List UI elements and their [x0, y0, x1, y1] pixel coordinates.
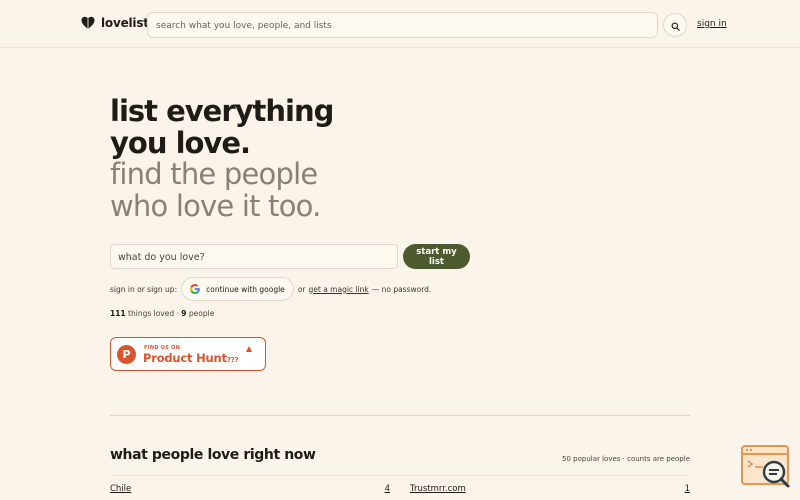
- product-hunt-icon: P: [117, 345, 136, 364]
- section-divider: [110, 415, 690, 416]
- list-item[interactable]: Trustmrr.com 1: [410, 484, 690, 496]
- product-hunt-badge[interactable]: P FIND US ON Product Hunt???: [110, 337, 266, 371]
- search-input[interactable]: [148, 14, 657, 38]
- heart-icon: [81, 16, 95, 30]
- people-label: people: [188, 309, 215, 318]
- top-bar: lovelisti sign in: [0, 0, 800, 48]
- hero-line-4: who love it too.: [110, 188, 321, 223]
- feedback-widget[interactable]: [741, 445, 791, 489]
- love-input[interactable]: [111, 246, 397, 269]
- browser-search-icon: [741, 445, 791, 493]
- section-meta: 50 popular loves · counts are people: [562, 455, 690, 463]
- love-item-count: 4: [384, 484, 390, 494]
- product-hunt-suffix: ???: [226, 356, 239, 364]
- auth-prefix: sign in or sign up:: [110, 284, 178, 294]
- product-hunt-title: Product Hunt???: [143, 351, 239, 365]
- magic-link[interactable]: get a magic link: [309, 285, 369, 294]
- section-title: what people love right now: [110, 447, 316, 463]
- love-item-name[interactable]: Chile: [110, 484, 131, 494]
- google-signin-label: continue with google: [206, 284, 285, 294]
- search-button[interactable]: [663, 13, 687, 37]
- sign-in-link[interactable]: sign in: [697, 19, 727, 29]
- google-signin-button[interactable]: continue with google: [181, 277, 294, 301]
- section-header-divider: [110, 475, 690, 476]
- google-icon: [190, 284, 200, 294]
- auth-or: or: [297, 284, 306, 294]
- love-input-field[interactable]: [110, 244, 398, 269]
- hero-line-3: find the people: [110, 157, 318, 191]
- things-label: things loved ·: [128, 309, 179, 318]
- search-icon: [671, 16, 680, 35]
- auth-row: sign in or sign up: continue with google…: [110, 277, 431, 301]
- brand-name: lovelisti: [101, 16, 153, 30]
- people-count: 9: [181, 309, 187, 318]
- start-my-list-button[interactable]: start my list: [403, 244, 470, 269]
- hero-line-1: list everything: [110, 94, 334, 128]
- upvote-arrow-icon: [246, 346, 252, 352]
- list-item[interactable]: Chile 4: [110, 484, 390, 496]
- hero-heading: list everything you love. find the peopl…: [110, 94, 334, 223]
- things-count: 111: [110, 309, 126, 318]
- auth-suffix: — no password.: [371, 284, 432, 294]
- brand-logo[interactable]: lovelisti: [81, 16, 153, 30]
- search-field[interactable]: [147, 12, 658, 38]
- love-item-count: 1: [684, 484, 690, 494]
- love-item-name[interactable]: Trustmrr.com: [410, 484, 466, 494]
- hero-line-2: you love.: [110, 125, 251, 160]
- site-stats: 111 things loved · 9 people: [110, 309, 214, 318]
